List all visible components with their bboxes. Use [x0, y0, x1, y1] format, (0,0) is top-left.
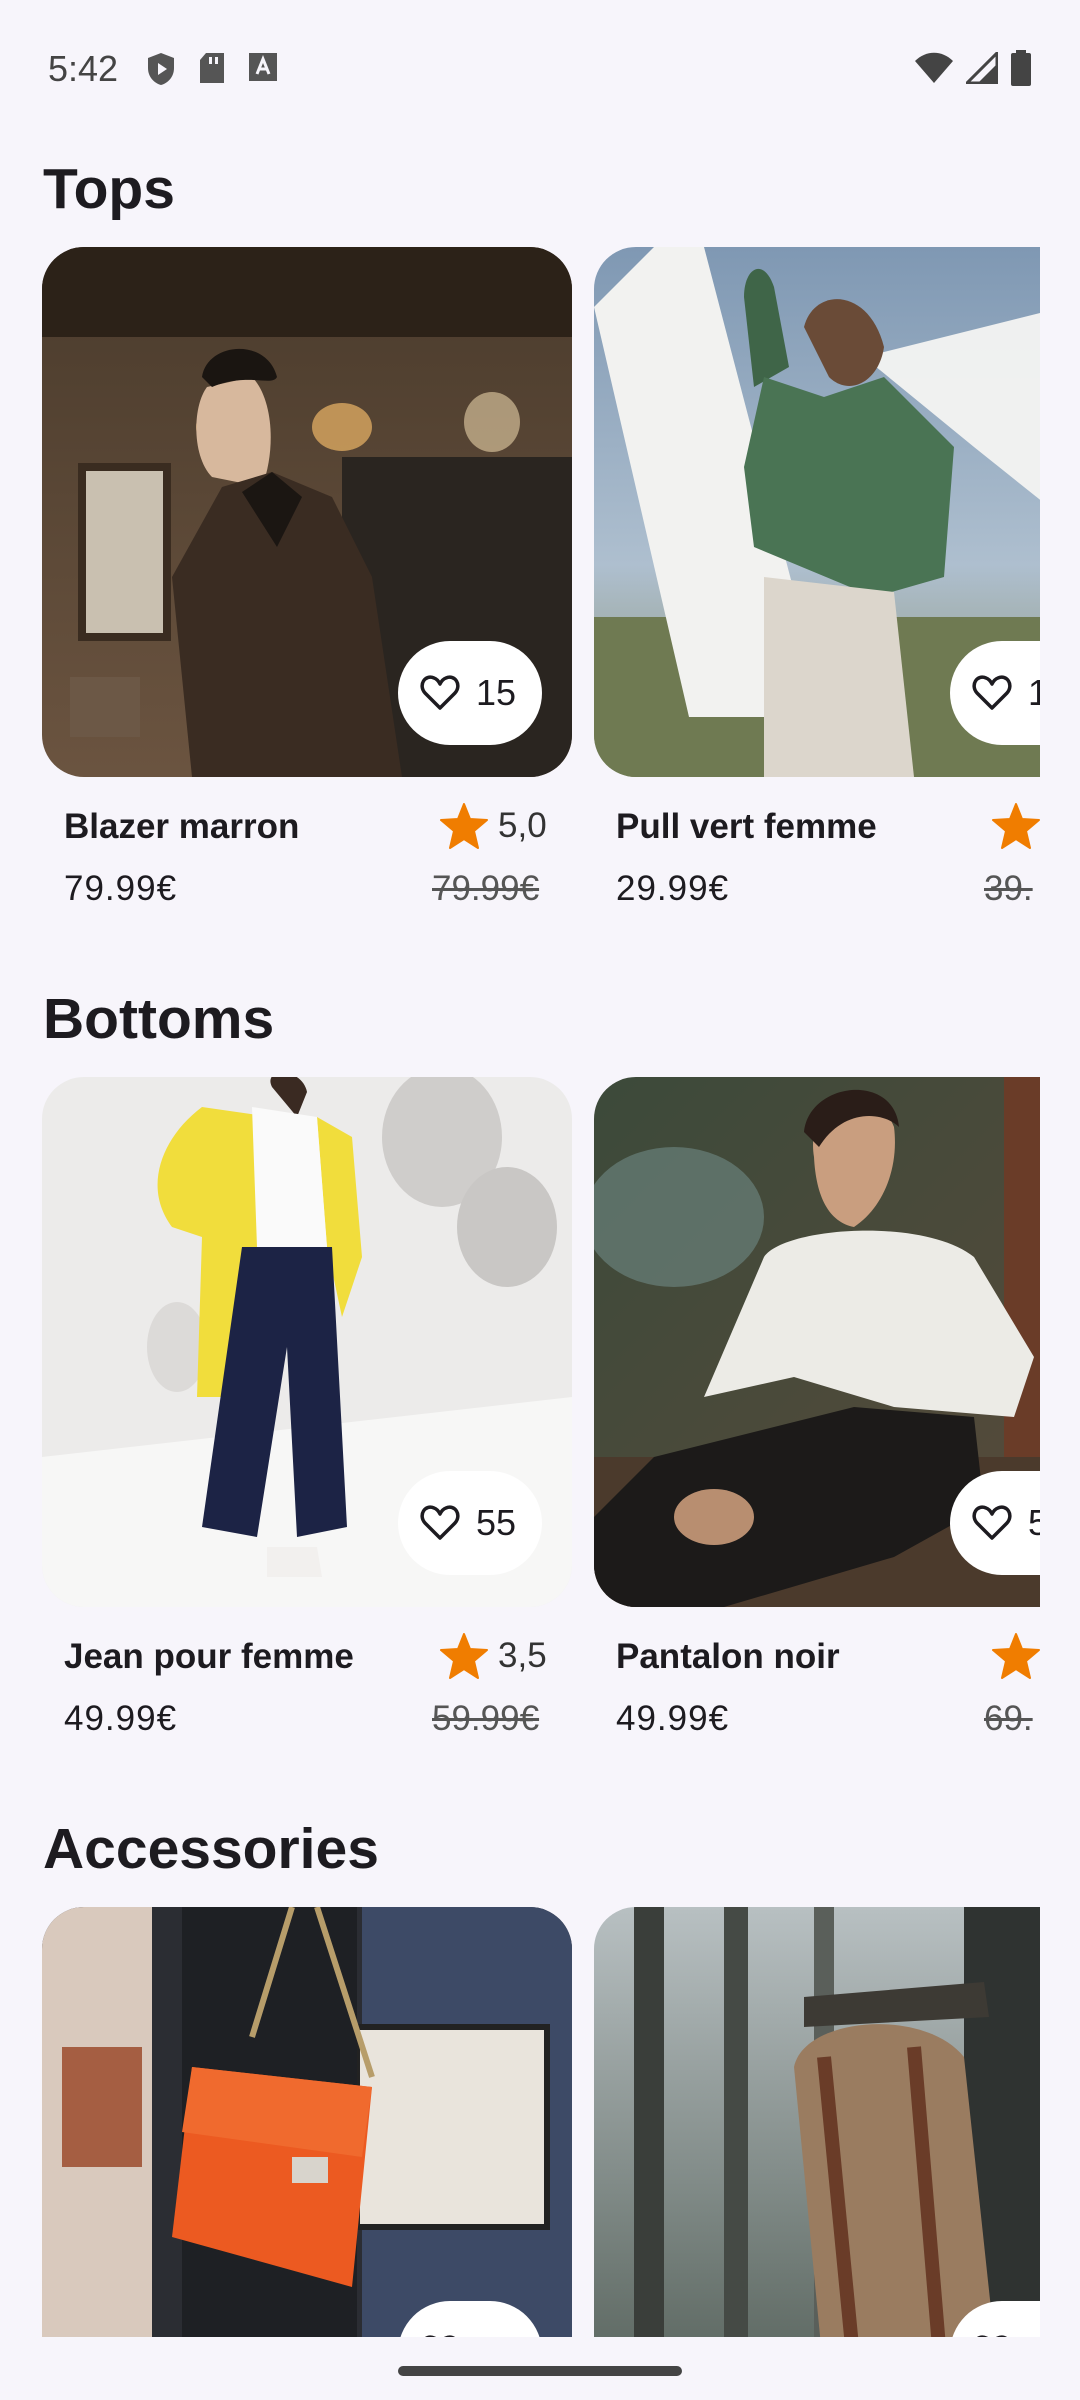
bottoms-carousel[interactable]: 55 Jean pour femme 3,5 49.99€ 59.99€ 5 P…: [0, 1077, 1040, 1777]
battery-icon: [1011, 50, 1031, 86]
keyboard-a-icon: [249, 53, 277, 81]
status-right-icons: [914, 50, 1032, 86]
heart-outline-icon: [972, 675, 1012, 710]
signal-icon: [966, 52, 998, 84]
like-count: 55: [476, 1502, 517, 1543]
rating-value: 3,5: [498, 1636, 547, 1675]
heart-outline-icon: [972, 1505, 1012, 1540]
status-left-icons: [146, 52, 278, 86]
star-icon: [440, 803, 488, 849]
product-old-price: 69.: [984, 1699, 1033, 1738]
sd-card-icon: [200, 53, 224, 83]
section-title-bottoms: Bottoms: [43, 987, 275, 1051]
section-title-tops: Tops: [43, 157, 175, 221]
product-name: Pull vert femme: [616, 807, 877, 846]
product-old-price: 79.99€: [432, 869, 540, 908]
status-time: 5:42: [48, 48, 119, 89]
product-rating: [992, 1633, 1040, 1679]
product-rating: 3,5: [440, 1633, 547, 1679]
wifi-icon: [915, 52, 953, 83]
product-name: Pantalon noir: [616, 1637, 840, 1676]
like-count: 1: [1028, 672, 1040, 713]
heart-outline-icon: [425, 2335, 455, 2337]
product-price: 49.99€: [616, 1699, 730, 1738]
product-old-price: 39.: [984, 869, 1033, 908]
product-name: Jean pour femme: [64, 1637, 354, 1676]
rating-value: 5,0: [498, 806, 547, 845]
product-old-price: 59.99€: [432, 1699, 540, 1738]
section-title-accessories: Accessories: [43, 1817, 379, 1881]
star-icon: [440, 1633, 488, 1679]
heart-outline-icon: [420, 675, 460, 710]
status-bar: 5:42: [0, 0, 1080, 140]
product-rating: 5,0: [440, 803, 547, 849]
product-price: 49.99€: [64, 1699, 178, 1738]
heart-outline-icon: [420, 1505, 460, 1540]
like-button[interactable]: 55: [398, 1471, 542, 1575]
product-name: Blazer marron: [64, 807, 300, 846]
product-price: 79.99€: [64, 869, 178, 908]
like-button[interactable]: 15: [398, 641, 542, 745]
product-rating: [992, 803, 1040, 849]
like-count: 15: [476, 672, 517, 713]
home-indicator[interactable]: [398, 2366, 682, 2376]
product-image[interactable]: [42, 1907, 572, 2337]
star-icon: [992, 1633, 1040, 1679]
accessories-carousel[interactable]: [0, 1907, 1040, 2337]
shield-play-icon: [148, 53, 174, 85]
product-image[interactable]: [594, 1907, 1040, 2337]
product-price: 29.99€: [616, 869, 730, 908]
tops-carousel[interactable]: 15 Blazer marron 5,0 79.99€ 79.99€ 1 Pul…: [0, 247, 1040, 947]
star-icon: [992, 803, 1040, 849]
like-count: 5: [1028, 1502, 1040, 1543]
heart-outline-icon: [977, 2335, 1007, 2337]
